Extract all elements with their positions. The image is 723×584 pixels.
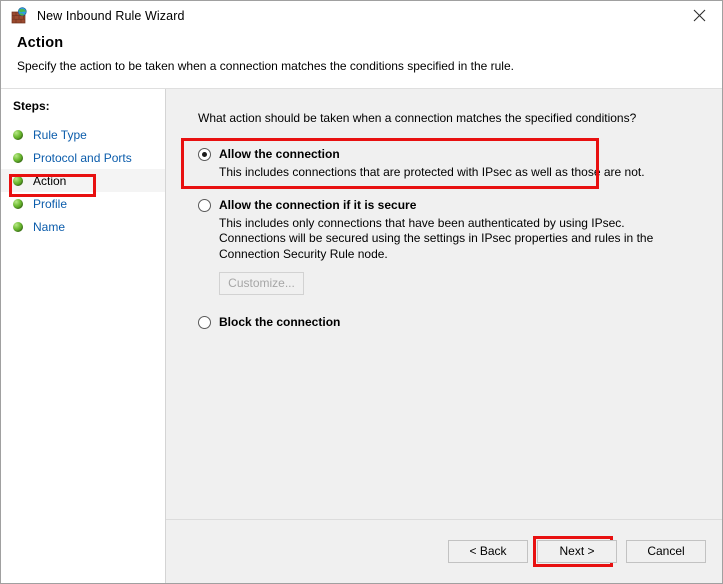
next-button-wrap: Next >	[528, 536, 617, 567]
wizard-window: New Inbound Rule Wizard Action Specify t…	[0, 0, 723, 584]
radio-allow-the-connection[interactable]	[198, 148, 211, 161]
sidebar-item-name[interactable]: Name	[1, 215, 165, 238]
step-bullet-icon	[13, 175, 23, 186]
option-title: Allow the connection	[219, 147, 340, 161]
page-title: Action	[17, 35, 64, 51]
action-question: What action should be taken when a conne…	[198, 111, 637, 125]
next-button[interactable]: Next >	[537, 540, 617, 563]
firewall-globe-icon	[11, 7, 29, 25]
page-header: Action Specify the action to be taken wh…	[1, 31, 722, 89]
wizard-body: Steps: Rule Type Protocol and Ports Acti…	[1, 89, 722, 519]
sidebar-item-action[interactable]: Action	[1, 169, 165, 197]
step-bullet-icon	[13, 198, 23, 209]
sidebar-item-label: Action	[33, 173, 67, 188]
option-title: Block the connection	[219, 315, 341, 329]
sidebar-item-rule-type[interactable]: Rule Type	[1, 123, 165, 146]
page-subtitle: Specify the action to be taken when a co…	[17, 59, 514, 73]
annotation-box-allow-option	[181, 138, 599, 189]
sidebar-item-label: Profile	[33, 196, 68, 211]
sidebar-item-label: Name	[33, 219, 66, 234]
cancel-button[interactable]: Cancel	[626, 540, 706, 563]
option-allow-the-connection[interactable]: Allow the connection This includes conne…	[181, 138, 702, 189]
option-allow-if-secure[interactable]: Allow the connection if it is secure Thi…	[198, 197, 702, 295]
footer-bar: < Back Next > Cancel	[1, 519, 722, 583]
option-title: Allow the connection if it is secure	[219, 197, 417, 212]
option-block-the-connection[interactable]: Block the connection	[198, 315, 702, 330]
sidebar-item-label: Rule Type	[33, 127, 87, 142]
step-bullet-icon	[13, 221, 23, 232]
title-bar: New Inbound Rule Wizard	[1, 1, 722, 31]
option-spacer	[198, 183, 702, 198]
back-button[interactable]: < Back	[448, 540, 528, 563]
option-description: This includes only connections that have…	[219, 215, 654, 261]
window-title: New Inbound Rule Wizard	[37, 9, 185, 23]
step-bullet-icon	[13, 152, 23, 163]
step-bullet-icon	[13, 129, 23, 140]
steps-sidebar: Steps: Rule Type Protocol and Ports Acti…	[1, 89, 166, 519]
sidebar-item-label: Protocol and Ports	[33, 150, 132, 165]
customize-button: Customize...	[219, 272, 304, 295]
steps-label: Steps:	[13, 99, 50, 113]
main-panel: What action should be taken when a conne…	[166, 89, 722, 519]
option-spacer	[198, 297, 702, 315]
sidebar-item-profile[interactable]: Profile	[1, 192, 165, 215]
action-options-group: Allow the connection This includes conne…	[181, 138, 702, 330]
footer-sidebar-fill	[1, 519, 166, 583]
option-description: This includes connections that are prote…	[219, 165, 645, 179]
radio-allow-if-secure[interactable]	[198, 198, 211, 212]
sidebar-item-protocol-and-ports[interactable]: Protocol and Ports	[1, 146, 165, 169]
radio-block-the-connection[interactable]	[198, 316, 211, 329]
close-icon[interactable]	[677, 1, 722, 30]
